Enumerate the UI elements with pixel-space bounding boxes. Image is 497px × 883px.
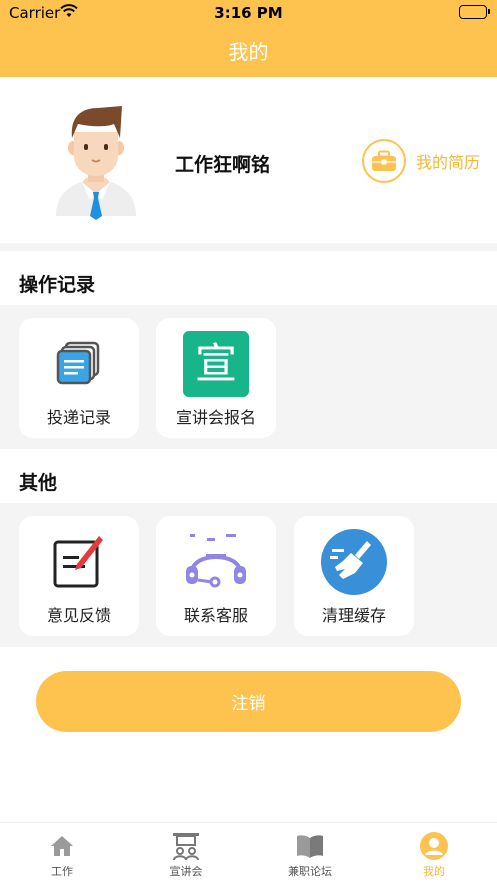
other-grid: 意见反馈 联系客服 清理缓存: [0, 503, 497, 647]
delivery-records-tile[interactable]: 投递记录: [19, 318, 139, 438]
feedback-tile[interactable]: 意见反馈: [19, 516, 139, 636]
home-icon: [0, 831, 124, 861]
battery-icon: [459, 5, 490, 19]
header: Carrier 3:16 PM 我的: [0, 0, 497, 77]
profile-card: 工作狂啊铭 我的简历: [0, 77, 497, 243]
tab-label: 宣讲会: [169, 865, 203, 878]
xuan-badge-char: 宣: [183, 331, 249, 397]
section-title-other: 其他: [19, 472, 58, 494]
resume-label: 我的简历: [416, 153, 481, 172]
tile-label: 联系客服: [183, 606, 248, 625]
feedback-edit-icon: [45, 528, 113, 596]
username: 工作狂啊铭: [175, 154, 271, 176]
tab-mine[interactable]: 我的: [372, 823, 496, 883]
logout-button[interactable]: 注销: [36, 671, 461, 732]
clear-cache-tile[interactable]: 清理缓存: [294, 516, 414, 636]
seminar-icon: [124, 831, 248, 861]
tile-label: 宣讲会报名: [175, 408, 256, 427]
divider: [0, 243, 497, 251]
documents-icon: [45, 330, 113, 398]
xuan-badge-icon: 宣: [182, 330, 250, 398]
tile-label: 投递记录: [46, 408, 111, 427]
seminar-signup-tile[interactable]: 宣 宣讲会报名: [156, 318, 276, 438]
page-title: 我的: [228, 40, 269, 64]
tab-label: 兼职论坛: [288, 865, 332, 878]
avatar[interactable]: [48, 104, 144, 220]
status-bar: Carrier 3:16 PM: [0, 0, 497, 26]
user-icon: [372, 831, 496, 861]
book-icon: [248, 831, 372, 861]
my-resume-button[interactable]: 我的简历: [362, 139, 480, 183]
broom-icon: [320, 528, 388, 596]
tab-bar: 工作 宣讲会 兼职论坛 我的: [0, 822, 497, 883]
headset-icon: [182, 528, 250, 596]
records-grid: 投递记录 宣 宣讲会报名: [0, 305, 497, 449]
section-title-records: 操作记录: [19, 274, 96, 296]
tile-label: 清理缓存: [321, 606, 386, 625]
tile-label: 意见反馈: [46, 606, 111, 625]
customer-service-tile[interactable]: 联系客服: [156, 516, 276, 636]
briefcase-icon: [362, 139, 406, 183]
tab-work[interactable]: 工作: [0, 823, 124, 883]
tab-seminar[interactable]: 宣讲会: [124, 823, 248, 883]
tab-label: 我的: [423, 865, 445, 878]
clock: 3:16 PM: [214, 4, 283, 22]
tab-forum[interactable]: 兼职论坛: [248, 823, 372, 883]
tab-label: 工作: [51, 865, 73, 878]
